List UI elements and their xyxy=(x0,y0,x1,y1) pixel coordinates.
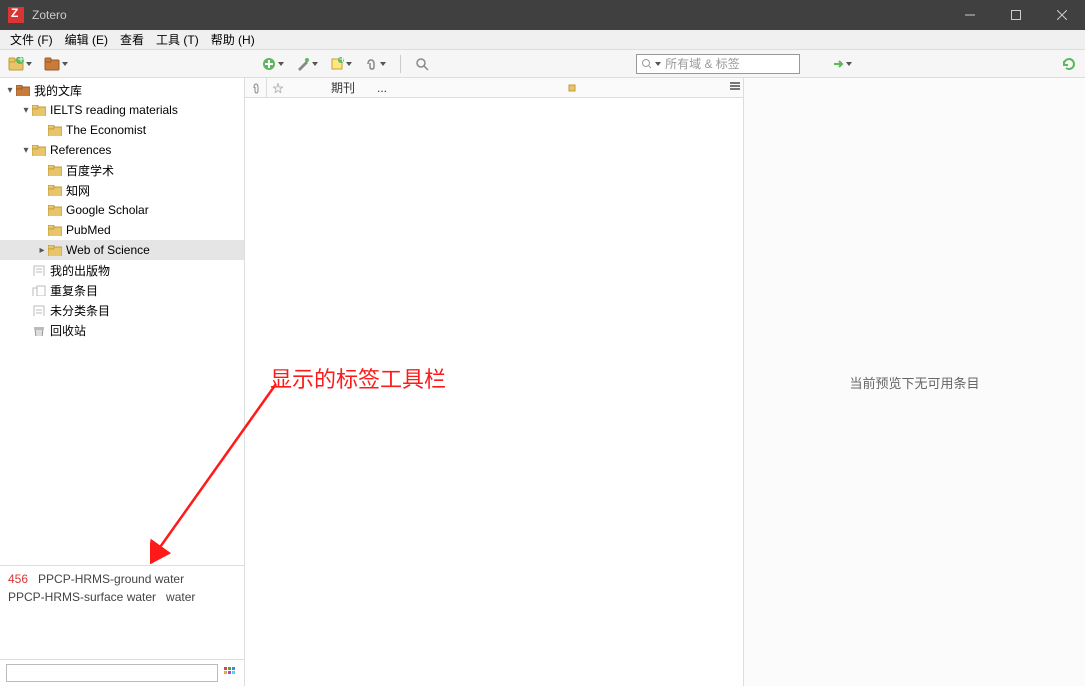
tree-item[interactable]: Google Scholar xyxy=(0,200,244,220)
tag[interactable]: water xyxy=(166,590,195,604)
tree-item[interactable]: ▾ IELTS reading materials xyxy=(0,100,244,120)
tree-item[interactable]: 百度学术 xyxy=(0,160,244,180)
tree-label: 知网 xyxy=(66,182,90,199)
tree-item[interactable]: ▾ References xyxy=(0,140,244,160)
tree-item[interactable]: The Economist xyxy=(0,120,244,140)
tree-toggle[interactable]: ▾ xyxy=(20,105,32,116)
locate-button[interactable] xyxy=(830,56,854,72)
column-extra[interactable] xyxy=(561,78,583,97)
menu-T[interactable]: 工具 (T) xyxy=(150,29,205,50)
add-attachment-button[interactable] xyxy=(362,55,388,73)
tree-label: 未分类条目 xyxy=(50,302,110,319)
tree-item[interactable]: 回收站 xyxy=(0,320,244,340)
items-column-header[interactable]: 期刊 ... xyxy=(245,78,743,98)
tree-label: PubMed xyxy=(66,223,111,237)
tree-item[interactable]: PubMed xyxy=(0,220,244,240)
advanced-search-button[interactable] xyxy=(413,55,431,73)
search-input[interactable] xyxy=(636,54,800,74)
app-title: Zotero xyxy=(32,8,67,22)
tree-item[interactable]: 未分类条目 xyxy=(0,300,244,320)
tree-label: 百度学术 xyxy=(66,162,114,179)
tree-item[interactable]: 重复条目 xyxy=(0,280,244,300)
close-button[interactable] xyxy=(1039,0,1085,30)
search-icon xyxy=(641,58,651,70)
tree-label: 回收站 xyxy=(50,322,86,339)
new-item-button[interactable] xyxy=(260,55,286,73)
tree-toggle[interactable]: ▾ xyxy=(20,145,32,156)
tree-item[interactable]: 我的出版物 xyxy=(0,260,244,280)
tag-selector[interactable]: 456 PPCP-HRMS-ground water PPCP-HRMS-surfa… xyxy=(0,565,244,659)
tree-item[interactable]: 知网 xyxy=(0,180,244,200)
item-pane-message: 当前预览下无可用条目 xyxy=(849,373,979,392)
minimize-button[interactable] xyxy=(947,0,993,30)
column-attachment[interactable] xyxy=(245,78,267,97)
items-list[interactable] xyxy=(245,98,743,686)
tag[interactable]: PPCP-HRMS-surface water xyxy=(8,590,156,604)
new-note-button[interactable]: + xyxy=(328,55,354,73)
tag[interactable]: PPCP-HRMS-ground water xyxy=(38,572,184,586)
svg-text:+: + xyxy=(18,57,25,66)
menu-E[interactable]: 编辑 (E) xyxy=(59,29,114,50)
menu-bar: 文件 (F)编辑 (E)查看工具 (T)帮助 (H) xyxy=(0,30,1085,50)
left-pane: ▾我的文库▾IELTS reading materialsThe Economi… xyxy=(0,78,245,686)
items-pane: 期刊 ... xyxy=(245,78,744,686)
maximize-button[interactable] xyxy=(993,0,1039,30)
tree-label: 重复条目 xyxy=(50,282,98,299)
menu-F[interactable]: 文件 (F) xyxy=(4,29,59,50)
svg-text:+: + xyxy=(339,57,344,66)
new-library-button[interactable] xyxy=(42,55,70,73)
tree-toggle[interactable]: ▾ xyxy=(4,85,16,96)
tree-label: Web of Science xyxy=(66,243,150,257)
title-bar: Zotero xyxy=(0,0,1085,30)
tree-label: 我的文库 xyxy=(34,82,82,99)
toolbar: + + xyxy=(0,50,1085,78)
tree-label: IELTS reading materials xyxy=(50,103,178,117)
tree-label: References xyxy=(50,143,111,157)
new-collection-button[interactable]: + xyxy=(6,55,34,73)
tree-label: The Economist xyxy=(66,123,146,137)
tag-filter-input[interactable] xyxy=(6,664,218,682)
column-publication[interactable]: 期刊 xyxy=(325,78,371,97)
search-field[interactable] xyxy=(665,57,795,71)
tree-item[interactable]: ▾ 我的文库 xyxy=(0,80,244,100)
collection-tree[interactable]: ▾我的文库▾IELTS reading materialsThe Economi… xyxy=(0,78,244,565)
add-by-identifier-button[interactable] xyxy=(294,55,320,73)
app-logo-icon xyxy=(8,7,24,23)
sync-button[interactable] xyxy=(1059,54,1079,74)
search-scope-dropdown[interactable] xyxy=(655,62,661,66)
column-more[interactable]: ... xyxy=(371,78,393,97)
paperclip-icon xyxy=(251,82,260,94)
tree-toggle[interactable]: ▸ xyxy=(36,245,48,256)
column-picker-button[interactable] xyxy=(729,80,741,95)
tree-label: Google Scholar xyxy=(66,203,149,217)
tag[interactable]: 456 xyxy=(8,572,28,586)
column-hasnote[interactable] xyxy=(267,78,289,97)
tag-selector-menu-button[interactable] xyxy=(222,665,238,681)
tree-item[interactable]: ▸ Web of Science xyxy=(0,240,244,260)
item-pane: 当前预览下无可用条目 xyxy=(744,78,1085,686)
menu-[interactable]: 查看 xyxy=(114,29,150,50)
menu-H[interactable]: 帮助 (H) xyxy=(205,29,261,50)
tree-label: 我的出版物 xyxy=(50,262,110,279)
